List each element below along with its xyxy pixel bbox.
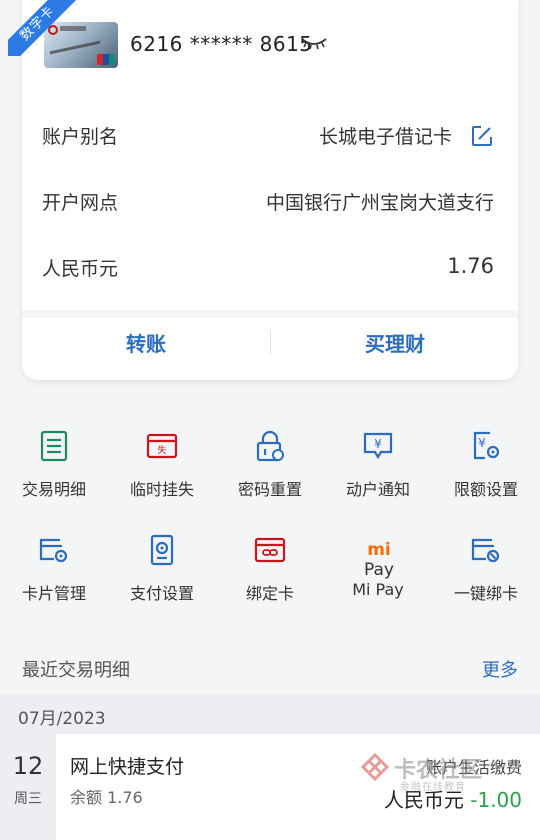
yuan-notice-icon: ¥ xyxy=(363,432,393,460)
lock-reset-icon xyxy=(256,430,284,462)
service-label: 支付设置 xyxy=(129,584,194,603)
month-header: 07月/2023 xyxy=(0,694,540,734)
service-bind-card[interactable]: 绑定卡 xyxy=(216,524,324,614)
unionpay-icon xyxy=(97,54,115,65)
svg-text:¥: ¥ xyxy=(374,437,382,451)
mipay-icon: mi Pay xyxy=(364,540,394,580)
branch-label: 开户网点 xyxy=(42,192,119,214)
alias-value: 长城电子借记卡 xyxy=(318,126,452,148)
alias-row: 账户别名 长城电子借记卡 xyxy=(42,114,494,154)
transaction-currency: 人民币元 xyxy=(383,788,464,812)
month-label: 07月/2023 xyxy=(18,709,106,729)
card-settings-icon xyxy=(39,538,68,563)
service-label: 动户通知 xyxy=(345,480,410,499)
service-payment-settings[interactable]: 支付设置 xyxy=(108,524,216,614)
transaction-amount: 人民币元 -1.00 xyxy=(384,784,522,813)
recent-transactions-title: 最近交易明细 xyxy=(22,660,130,681)
more-link[interactable]: 更多 xyxy=(482,656,518,682)
transaction-balance: 余额 1.76 xyxy=(70,788,143,807)
service-label: 绑定卡 xyxy=(245,584,294,603)
service-label: 临时挂失 xyxy=(129,480,194,499)
balance-value: 1.76 xyxy=(447,254,494,278)
quick-bind-icon xyxy=(471,538,500,563)
transaction-row[interactable]: 12 周三 网上快捷支付 余额 1.76 账户生活缴费 人民币元 -1.00 xyxy=(0,734,540,840)
svg-text:¥: ¥ xyxy=(478,436,486,450)
service-label: Mi Pay xyxy=(352,580,404,599)
service-label: 密码重置 xyxy=(237,480,302,499)
transaction-weekday: 周三 xyxy=(14,791,42,807)
balance-row: 人民币元 1.76 xyxy=(42,246,494,286)
currency-label: 人民币元 xyxy=(42,258,119,280)
service-label: 限额设置 xyxy=(453,480,518,499)
service-transaction-details[interactable]: 交易明细 xyxy=(0,420,108,510)
digital-card-ribbon: 数字卡 xyxy=(8,0,92,56)
transaction-category: 账户生活缴费 xyxy=(425,758,522,777)
digital-card-tag: 数字卡 xyxy=(8,0,80,56)
transaction-date: 12 周三 xyxy=(0,734,56,840)
service-limit-settings[interactable]: ¥ 限额设置 xyxy=(432,420,540,510)
service-card-management[interactable]: 卡片管理 xyxy=(0,524,108,614)
service-report-loss[interactable]: 失 临时挂失 xyxy=(108,420,216,510)
payment-settings-icon xyxy=(150,534,174,566)
edit-icon[interactable] xyxy=(470,124,494,148)
service-label: 一键绑卡 xyxy=(453,584,518,603)
report-loss-icon: 失 xyxy=(146,433,178,459)
service-quick-bind[interactable]: 一键绑卡 xyxy=(432,524,540,614)
card-number: 6216 ****** 8615 xyxy=(130,32,313,56)
card-divider xyxy=(22,310,518,318)
transaction-amount-value: -1.00 xyxy=(470,788,522,812)
transaction-day: 12 xyxy=(12,752,44,780)
eye-closed-icon[interactable] xyxy=(300,36,328,50)
service-account-notice[interactable]: ¥ 动户通知 xyxy=(324,420,432,510)
list-icon xyxy=(40,430,68,462)
transaction-title: 网上快捷支付 xyxy=(70,756,185,778)
alias-label: 账户别名 xyxy=(42,126,119,148)
service-password-reset[interactable]: 密码重置 xyxy=(216,420,324,510)
branch-row: 开户网点 中国银行广州宝岗大道支行 xyxy=(42,180,494,220)
transfer-button[interactable]: 转账 xyxy=(22,328,270,356)
service-label: 卡片管理 xyxy=(21,584,86,603)
bind-card-icon xyxy=(254,537,286,563)
service-mi-pay[interactable]: mi Pay Mi Pay xyxy=(324,524,432,614)
service-label: 交易明细 xyxy=(21,480,86,499)
branch-value: 中国银行广州宝岗大道支行 xyxy=(265,192,494,214)
limit-settings-icon: ¥ xyxy=(473,431,500,460)
svg-text:失: 失 xyxy=(157,444,166,456)
buy-wealth-button[interactable]: 买理财 xyxy=(271,328,519,356)
